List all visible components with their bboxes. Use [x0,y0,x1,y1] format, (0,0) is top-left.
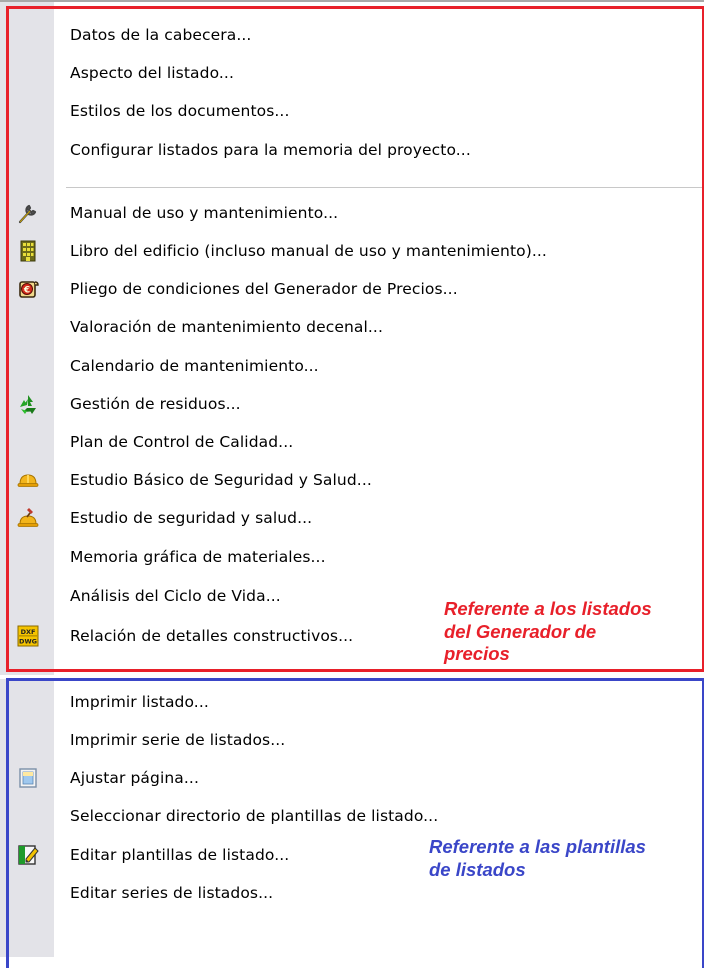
menu-item-label: Análisis del Ciclo de Vida... [70,587,281,605]
menu-item-label: Datos de la cabecera... [70,26,252,44]
templates-annotation-line: de listados [429,858,526,880]
context-menu: Datos de la cabecera... Aspecto del list… [0,0,704,957]
menu-item-label: Aspecto del listado... [70,64,234,82]
menu-item-label: Ajustar página... [70,769,199,787]
menu-item-aspecto-listado[interactable]: Aspecto del listado... [0,54,704,92]
dwg-label: DWG [19,638,37,646]
dxf-dwg-icon: DXF DWG [17,625,39,647]
menu-item-label: Plan de Control de Calidad... [70,433,294,451]
menu-item-label: Estudio de seguridad y salud... [70,509,313,527]
menu-item-label: Relación de detalles constructivos... [70,627,354,645]
menu-item-estudio-basico-seguridad[interactable]: Estudio Básico de Seguridad y Salud... [0,461,704,499]
menu-item-label: Pliego de condiciones del Generador de P… [70,280,458,298]
menu-item-manual-uso[interactable]: Manual de uso y mantenimiento... [0,194,704,232]
page-setup-icon [19,768,37,788]
menu-separator [66,187,702,188]
generator-annotation-line: del Generador de [444,620,597,642]
templates-annotation: Referente a las plantillas de listados [429,836,704,881]
menu-item-label: Gestión de residuos... [70,395,241,413]
menu-item-imprimir-listado[interactable]: Imprimir listado... [0,683,704,721]
wrench-icon [18,204,37,224]
menu-item-label: Estilos de los documentos... [70,102,290,120]
menu-item-label: Calendario de mantenimiento... [70,357,319,375]
menu-item-seleccionar-directorio[interactable]: Seleccionar directorio de plantillas de … [0,797,704,835]
menu-item-label: Configurar listados para la memoria del … [70,141,471,159]
dxf-label: DXF [21,628,36,636]
menu-item-estilos-documentos[interactable]: Estilos de los documentos... [0,92,704,130]
menu-item-estudio-seguridad-salud[interactable]: Estudio de seguridad y salud... [0,499,704,537]
menu-item-label: Manual de uso y mantenimiento... [70,204,339,222]
menu-item-label: Editar plantillas de listado... [70,846,290,864]
menu-item-calendario-mantenimiento[interactable]: Calendario de mantenimiento... [0,347,704,385]
menu-item-ajustar-pagina[interactable]: Ajustar página... [0,759,704,797]
scroll-euro-icon: € [19,281,39,298]
menu-item-label: Seleccionar directorio de plantillas de … [70,807,439,825]
generator-annotation-line: Referente a los listados [444,598,652,619]
menu-item-label: Valoración de mantenimiento decenal... [70,318,383,336]
menu-item-gestion-residuos[interactable]: Gestión de residuos... [0,385,704,423]
menu-item-libro-edificio[interactable]: Libro del edificio (incluso manual de us… [0,232,704,270]
menu-item-valoracion-mantenimiento[interactable]: Valoración de mantenimiento decenal... [0,308,704,346]
menu-item-pliego-condiciones[interactable]: € Pliego de condiciones del Generador de… [0,270,704,308]
menu-item-label: Editar series de listados... [70,884,274,902]
menu-item-plan-control-calidad[interactable]: Plan de Control de Calidad... [0,423,704,461]
menu-top-border [0,0,704,2]
generator-annotation-line: precios [444,643,510,664]
menu-item-label: Estudio Básico de Seguridad y Salud... [70,471,372,489]
generator-annotation: Referente a los listados del Generador d… [444,598,704,666]
recycle-icon [20,395,36,414]
building-icon [20,240,36,262]
menu-item-datos-cabecera[interactable]: Datos de la cabecera... [0,16,704,54]
menu-item-imprimir-serie[interactable]: Imprimir serie de listados... [0,721,704,759]
menu-item-configurar-listados[interactable]: Configurar listados para la memoria del … [0,131,704,169]
edit-template-icon [18,845,39,865]
svg-text:€: € [23,286,30,296]
menu-item-label: Imprimir serie de listados... [70,731,286,749]
menu-item-label: Imprimir listado... [70,693,209,711]
menu-item-label: Libro del edificio (incluso manual de us… [70,242,547,260]
menu-item-label: Memoria gráfica de materiales... [70,548,326,566]
hardhat-hammer-icon [17,508,39,527]
menu-item-memoria-grafica[interactable]: Memoria gráfica de materiales... [0,538,704,576]
menu-separator [0,675,704,679]
hardhat-icon [17,474,39,487]
templates-annotation-line: Referente a las plantillas [429,836,646,857]
